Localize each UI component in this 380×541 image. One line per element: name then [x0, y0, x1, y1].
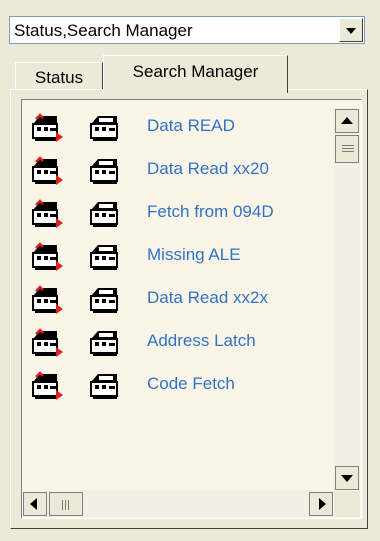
search-edit-icon[interactable]: [88, 370, 122, 402]
list-item[interactable]: Fetch from 094D: [22, 196, 333, 239]
list-item[interactable]: Data Read xx20: [22, 153, 333, 196]
dropdown-button[interactable]: [339, 18, 363, 42]
search-edit-icon[interactable]: [88, 241, 122, 273]
search-run-icon[interactable]: [30, 155, 64, 187]
arrow-down-icon: [341, 475, 353, 482]
vertical-scrollbar[interactable]: [334, 109, 360, 490]
arrow-left-icon: [30, 498, 37, 510]
scroll-left-button[interactable]: [23, 492, 47, 516]
search-edit-icon[interactable]: [88, 112, 122, 144]
search-edit-icon[interactable]: [88, 198, 122, 230]
search-edit-icon[interactable]: [88, 327, 122, 359]
search-run-icon[interactable]: [30, 241, 64, 273]
scrollbar-corner: [334, 491, 360, 517]
search-run-icon[interactable]: [30, 112, 64, 144]
list-item-label[interactable]: Missing ALE: [147, 245, 241, 265]
tab-status[interactable]: Status: [15, 62, 103, 90]
list-item[interactable]: Code Fetch: [22, 368, 333, 411]
vertical-scroll-thumb[interactable]: [335, 135, 359, 163]
search-run-icon[interactable]: [30, 198, 64, 230]
horizontal-scroll-thumb[interactable]: [49, 492, 83, 516]
view-selector-combobox[interactable]: Status,Search Manager: [9, 16, 365, 44]
list-item[interactable]: Address Latch: [22, 325, 333, 368]
tab-status-label: Status: [34, 68, 84, 87]
chevron-down-icon: [346, 28, 356, 34]
scroll-right-button[interactable]: [309, 492, 333, 516]
horizontal-scrollbar[interactable]: [23, 491, 333, 517]
list-item-label[interactable]: Code Fetch: [147, 374, 235, 394]
list-item-label[interactable]: Data READ: [147, 116, 235, 136]
arrow-right-icon: [319, 498, 326, 510]
list-item-label[interactable]: Fetch from 094D: [147, 202, 274, 222]
tab-search-manager-label: Search Manager: [132, 62, 259, 81]
arrow-up-icon: [341, 117, 353, 124]
search-run-icon[interactable]: [30, 284, 64, 316]
search-edit-icon[interactable]: [88, 155, 122, 187]
search-run-icon[interactable]: [30, 370, 64, 402]
list-item[interactable]: Data Read xx2x: [22, 282, 333, 325]
scroll-down-button[interactable]: [335, 466, 359, 490]
list-item-label[interactable]: Data Read xx20: [147, 159, 269, 179]
list-item-label[interactable]: Address Latch: [147, 331, 256, 351]
view-selector-value: Status,Search Manager: [14, 21, 193, 40]
scroll-up-button[interactable]: [335, 109, 359, 133]
tab-search-manager[interactable]: Search Manager: [103, 55, 288, 93]
list-item[interactable]: Data READ: [22, 110, 333, 153]
search-list-rows: Data READ Data Read xx20 Fetch from 094D Mi…: [22, 110, 333, 411]
search-edit-icon[interactable]: [88, 284, 122, 316]
search-run-icon[interactable]: [30, 327, 64, 359]
list-item[interactable]: Missing ALE: [22, 239, 333, 282]
list-item-label[interactable]: Data Read xx2x: [147, 288, 268, 308]
search-list[interactable]: Data READ Data Read xx20 Fetch from 094D Mi…: [21, 99, 362, 519]
